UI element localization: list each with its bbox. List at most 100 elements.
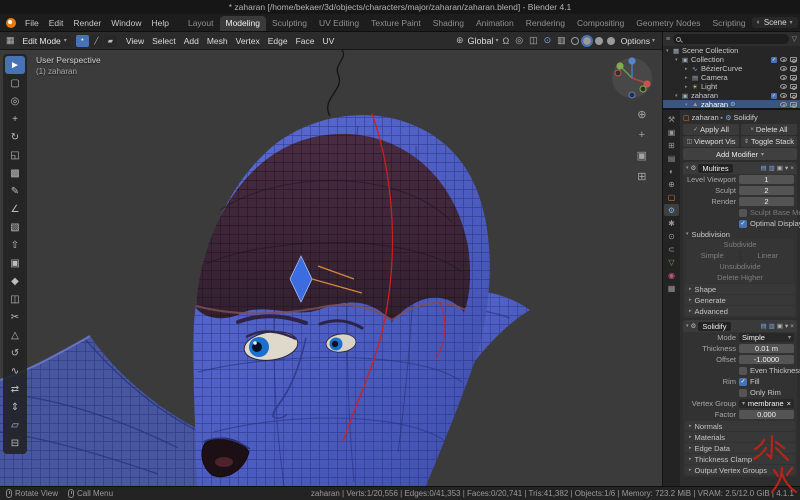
measure-tool[interactable]: ∠ bbox=[5, 200, 25, 218]
expand-arrow-icon[interactable]: ▸ bbox=[685, 84, 692, 90]
hide-viewport-icon[interactable] bbox=[780, 66, 787, 71]
menu-item[interactable]: File bbox=[20, 18, 44, 28]
data-tab[interactable]: ▽ bbox=[664, 256, 679, 268]
menu-item[interactable]: Select bbox=[148, 36, 180, 46]
transform-tool[interactable]: ▩ bbox=[5, 164, 25, 182]
menu-item[interactable]: Help bbox=[146, 18, 173, 28]
workspace-tab[interactable]: Layout bbox=[182, 16, 220, 31]
modifier-name-field[interactable]: Multires bbox=[698, 164, 732, 173]
poly-build-tool[interactable]: △ bbox=[5, 326, 25, 344]
disable-render-icon[interactable] bbox=[790, 84, 797, 89]
pan-icon[interactable]: + bbox=[637, 129, 647, 141]
tool-tab[interactable]: ⚒ bbox=[664, 113, 679, 125]
expand-arrow-icon[interactable]: ▾ bbox=[686, 323, 689, 329]
outliner-row[interactable]: ▾ ▲ zaharan ⚙ bbox=[663, 100, 800, 109]
extrude-region-tool[interactable]: ⇧ bbox=[5, 236, 25, 254]
extras-menu-icon[interactable]: ▾ bbox=[785, 164, 788, 172]
output-tab[interactable]: ⊞ bbox=[664, 139, 679, 151]
disable-render-icon[interactable] bbox=[790, 93, 797, 98]
rendered-shading-icon[interactable] bbox=[607, 37, 615, 45]
face-select-icon[interactable]: ▰ bbox=[104, 35, 117, 47]
outliner-search[interactable] bbox=[673, 34, 789, 44]
modifiers-tab[interactable]: ⚙ bbox=[664, 204, 679, 216]
expand-arrow-icon[interactable]: ▸ bbox=[685, 75, 692, 81]
thickness-field[interactable]: 0.01 m bbox=[739, 344, 794, 353]
expand-arrow-icon[interactable]: ▾ bbox=[666, 48, 673, 54]
menu-item[interactable]: Add bbox=[180, 36, 203, 46]
delete-higher-button[interactable]: Delete Higher bbox=[686, 272, 794, 283]
breadcrumb-object[interactable]: zaharan bbox=[692, 113, 719, 122]
camera-view-icon[interactable]: ▣ bbox=[637, 149, 647, 162]
render-field[interactable]: 2 bbox=[739, 197, 794, 206]
filter-icon[interactable]: ▽ bbox=[792, 35, 797, 43]
realtime-toggle-icon[interactable]: ▥ bbox=[769, 164, 775, 172]
subdivide-button[interactable]: Subdivide bbox=[686, 239, 794, 250]
shrink-fatten-tool[interactable]: ⇕ bbox=[5, 398, 25, 416]
inset-faces-tool[interactable]: ▣ bbox=[5, 254, 25, 272]
toggle-stack-button[interactable]: ⇕Toggle Stack bbox=[741, 136, 797, 147]
outliner-row[interactable]: ▸ ∿ BézierCurve bbox=[663, 64, 800, 73]
scene-selector[interactable]: ◐ Scene ▾ bbox=[752, 17, 798, 28]
subdivide-linear-button[interactable]: Linear bbox=[742, 250, 795, 261]
particles-tab[interactable]: ✱ bbox=[664, 217, 679, 229]
modifier-name-field[interactable]: Solidify bbox=[698, 322, 730, 331]
perspective-toggle-icon[interactable]: ⊞ bbox=[637, 170, 647, 183]
sculpt-base-mesh-checkbox[interactable] bbox=[739, 209, 747, 217]
shear-tool[interactable]: ▱ bbox=[5, 416, 25, 434]
exclude-checkbox[interactable] bbox=[771, 93, 777, 99]
options-dropdown[interactable]: Options ▾ bbox=[618, 36, 658, 46]
offset-field[interactable]: -1.0000 bbox=[739, 355, 794, 364]
even-thickness-checkbox[interactable] bbox=[739, 367, 747, 375]
add-modifier-button[interactable]: Add Modifier ▾ bbox=[683, 148, 797, 160]
expand-arrow-icon[interactable]: ▾ bbox=[675, 57, 682, 63]
outliner-row[interactable]: ▾ ▣ zaharan bbox=[663, 91, 800, 100]
collapsed-section[interactable]: ▸ Output Vertex Groups bbox=[685, 465, 795, 475]
loop-cut-tool[interactable]: ◫ bbox=[5, 290, 25, 308]
disable-render-icon[interactable] bbox=[790, 57, 797, 62]
scale-tool[interactable]: ◱ bbox=[5, 146, 25, 164]
expand-arrow-icon[interactable]: ▾ bbox=[686, 165, 689, 171]
close-icon[interactable]: × bbox=[790, 323, 794, 330]
clear-icon[interactable]: × bbox=[787, 399, 791, 408]
menu-item[interactable]: Vertex bbox=[232, 36, 264, 46]
collapsed-section[interactable]: ▸ Thickness Clamp bbox=[685, 454, 795, 464]
workspace-tab[interactable]: Compositing bbox=[571, 16, 630, 31]
gizmos-icon[interactable]: ▥ bbox=[555, 35, 568, 46]
vertex-group-field[interactable]: ▾ membrane × bbox=[739, 399, 794, 408]
exclude-checkbox[interactable] bbox=[771, 57, 777, 63]
viewport-vis-button[interactable]: ◫Viewport Vis bbox=[683, 136, 739, 147]
proportional-edit-icon[interactable]: ◎ bbox=[513, 35, 525, 46]
workspace-tab[interactable]: Geometry Nodes bbox=[630, 16, 706, 31]
factor-slider[interactable]: 0.000 bbox=[739, 410, 794, 419]
render-toggle-icon[interactable]: ▣ bbox=[777, 322, 783, 330]
zoom-icon[interactable]: ⊕ bbox=[637, 108, 647, 121]
edit-mode-toggle-icon[interactable]: ▤ bbox=[760, 322, 766, 330]
move-tool[interactable]: + bbox=[5, 110, 25, 128]
workspace-tab[interactable]: Shading bbox=[427, 16, 470, 31]
workspace-tab[interactable]: Animation bbox=[470, 16, 520, 31]
xray-icon[interactable]: ◫ bbox=[527, 35, 540, 46]
spin-tool[interactable]: ↺ bbox=[5, 344, 25, 362]
edge-slide-tool[interactable]: ⇄ bbox=[5, 380, 25, 398]
edge-select-icon[interactable]: ╱ bbox=[90, 35, 103, 47]
solidify-header[interactable]: ▾ ⚙ Solidify ▤ ▥ ▣ ▾ × bbox=[683, 320, 797, 332]
viewport-canvas[interactable]: User Perspective (1) zaharan ►▢◎+↻◱▩✎∠▧⇧… bbox=[0, 50, 662, 486]
menu-item[interactable]: Render bbox=[68, 18, 106, 28]
level-viewport-field[interactable]: 1 bbox=[739, 175, 794, 184]
collapsed-section[interactable]: ▸ Advanced bbox=[685, 306, 795, 316]
bevel-tool[interactable]: ◆ bbox=[5, 272, 25, 290]
constraints-tab[interactable]: ⊂ bbox=[664, 243, 679, 255]
disable-render-icon[interactable] bbox=[790, 66, 797, 71]
subdivision-section-header[interactable]: ▾ Subdivision bbox=[683, 229, 797, 239]
menu-item[interactable]: Face bbox=[292, 36, 319, 46]
close-icon[interactable]: × bbox=[790, 165, 794, 172]
select-box-tool[interactable]: ▢ bbox=[5, 74, 25, 92]
subdivide-simple-button[interactable]: Simple bbox=[686, 250, 739, 261]
snap-magnet-icon[interactable]: Ω bbox=[501, 36, 512, 46]
render-tab[interactable]: ▣ bbox=[664, 126, 679, 138]
blender-logo-icon[interactable] bbox=[6, 18, 16, 28]
viewlayer-tab[interactable]: ▤ bbox=[664, 152, 679, 164]
object-tab[interactable]: ▢ bbox=[664, 191, 679, 203]
apply-all-button[interactable]: ✓Apply All bbox=[683, 124, 739, 135]
outliner-editor-icon[interactable]: ≡ bbox=[666, 36, 670, 43]
